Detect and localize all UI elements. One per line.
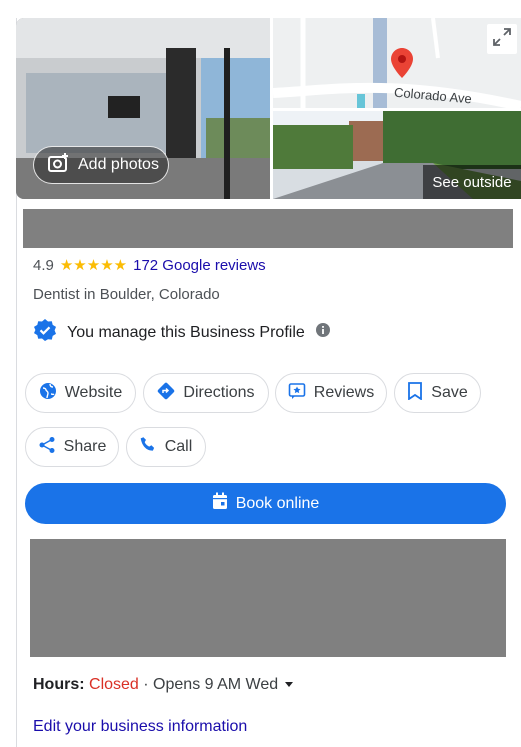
map-thumbnail[interactable]: Colorado Ave xyxy=(273,18,521,108)
redacted-business-name xyxy=(23,209,513,248)
reviews-label: Reviews xyxy=(313,384,375,401)
add-photos-button[interactable]: Add photos xyxy=(33,146,169,184)
google-reviews-link[interactable]: 172 Google reviews xyxy=(133,257,266,274)
rating-score: 4.9 xyxy=(33,256,54,274)
website-label: Website xyxy=(64,384,123,401)
call-button[interactable]: Call xyxy=(126,427,206,467)
add-photos-label: Add photos xyxy=(78,156,159,173)
street-view-thumbnail[interactable]: See outside xyxy=(273,111,521,199)
share-label: Share xyxy=(63,438,107,455)
globe-icon xyxy=(39,382,57,405)
photo-strip: Add photos Colorado Ave See outside xyxy=(16,18,521,199)
business-category: Dentist in Boulder, Colorado xyxy=(33,286,220,303)
save-label: Save xyxy=(431,384,468,401)
expand-icon xyxy=(493,27,511,51)
star-rating-icon: ★★★★★ xyxy=(59,257,128,274)
see-outside-label: See outside xyxy=(432,173,512,191)
calendar-icon xyxy=(212,492,228,515)
hours-dropdown-icon[interactable] xyxy=(284,682,293,688)
hours-next-open: · Opens 9 AM Wed xyxy=(138,676,279,693)
directions-button[interactable]: Directions xyxy=(143,373,269,413)
manage-profile-row: You manage this Business Profile xyxy=(33,318,331,347)
book-online-button[interactable]: Book online xyxy=(25,483,506,524)
add-photo-camera-icon xyxy=(48,152,70,178)
bookmark-icon xyxy=(407,381,423,405)
map-pin-icon xyxy=(391,48,413,83)
hours-label: Hours: xyxy=(33,676,85,693)
reviews-button[interactable]: Reviews xyxy=(275,373,387,413)
directions-label: Directions xyxy=(183,384,255,401)
hours-status: Closed xyxy=(89,676,139,693)
expand-map-button[interactable] xyxy=(487,24,517,54)
info-icon[interactable] xyxy=(315,322,331,343)
interior-photo[interactable]: Add photos xyxy=(16,18,270,199)
review-star-icon xyxy=(288,382,306,405)
share-button[interactable]: Share xyxy=(25,427,119,467)
book-online-label: Book online xyxy=(235,494,320,512)
hours-row[interactable]: Hours: Closed · Opens 9 AM Wed xyxy=(33,676,293,694)
verified-badge-icon xyxy=(33,318,57,347)
phone-icon xyxy=(140,436,157,458)
website-button[interactable]: Website xyxy=(25,373,136,413)
call-label: Call xyxy=(164,438,193,455)
share-icon xyxy=(38,436,56,459)
edit-business-info-link[interactable]: Edit your business information xyxy=(33,718,247,736)
see-outside-button[interactable]: See outside xyxy=(423,165,521,199)
rating-row: 4.9 ★★★★★ 172 Google reviews xyxy=(33,256,266,275)
manage-profile-text: You manage this Business Profile xyxy=(67,323,305,341)
directions-icon xyxy=(157,382,175,405)
save-button[interactable]: Save xyxy=(394,373,481,413)
redacted-address-block xyxy=(30,539,506,657)
